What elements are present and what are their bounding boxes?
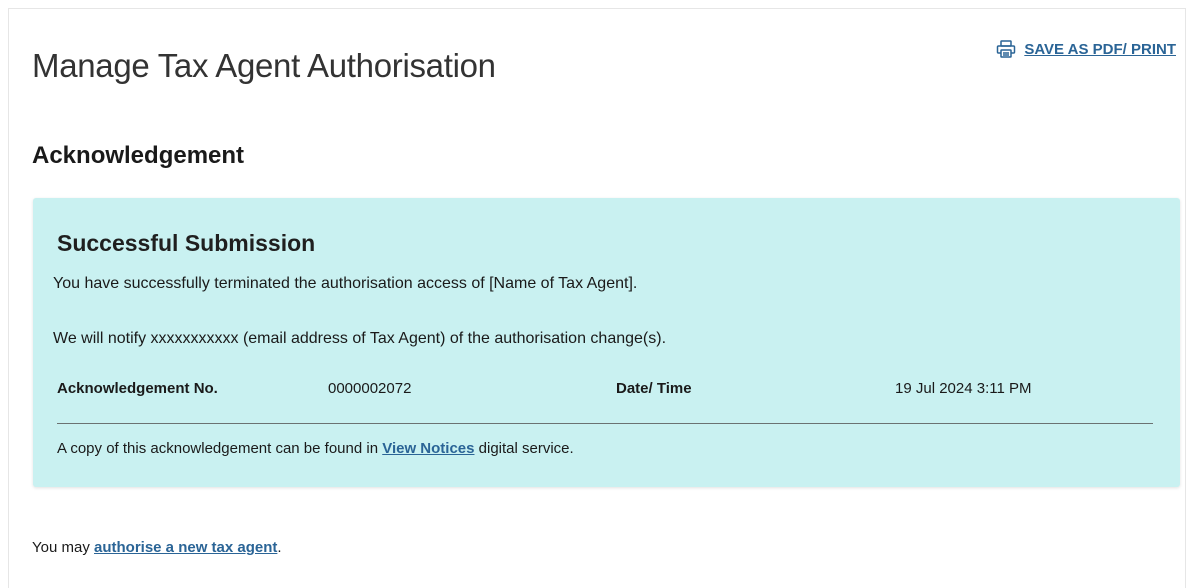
copy-note-prefix: A copy of this acknowledgement can be fo…	[57, 440, 383, 457]
date-time-value: 19 Jul 2024 3:11 PM	[895, 380, 1032, 397]
view-notices-link[interactable]: View Notices	[382, 440, 474, 457]
save-as-pdf-print-label[interactable]: SAVE AS PDF/ PRINT	[1024, 41, 1176, 58]
footer-prefix: You may	[32, 539, 94, 556]
copy-note: A copy of this acknowledgement can be fo…	[57, 438, 574, 460]
divider	[57, 423, 1153, 424]
notification-message: We will notify xxxxxxxxxxx (email addres…	[53, 330, 667, 347]
submission-status-title: Successful Submission	[57, 230, 316, 256]
acknowledgement-panel: Successful Submission You have successfu…	[33, 198, 1180, 487]
termination-message: You have successfully terminated the aut…	[53, 275, 638, 292]
acknowledgement-no-value: 0000002072	[328, 380, 412, 397]
acknowledgement-heading: Acknowledgement	[32, 142, 245, 169]
date-time-label: Date/ Time	[616, 380, 692, 397]
authorise-new-tax-agent-link[interactable]: authorise a new tax agent	[94, 539, 277, 556]
save-as-pdf-print-button[interactable]: SAVE AS PDF/ PRINT	[996, 40, 1176, 58]
footer-suffix: .	[277, 539, 282, 556]
acknowledgement-details: Acknowledgement No. 0000002072 Date/ Tim…	[57, 378, 1153, 400]
page-title: Manage Tax Agent Authorisation	[32, 47, 496, 84]
footer-note: You may authorise a new tax agent.	[32, 537, 282, 559]
printer-icon	[996, 40, 1016, 58]
copy-note-suffix: digital service.	[474, 440, 574, 457]
acknowledgement-no-label: Acknowledgement No.	[57, 380, 218, 397]
